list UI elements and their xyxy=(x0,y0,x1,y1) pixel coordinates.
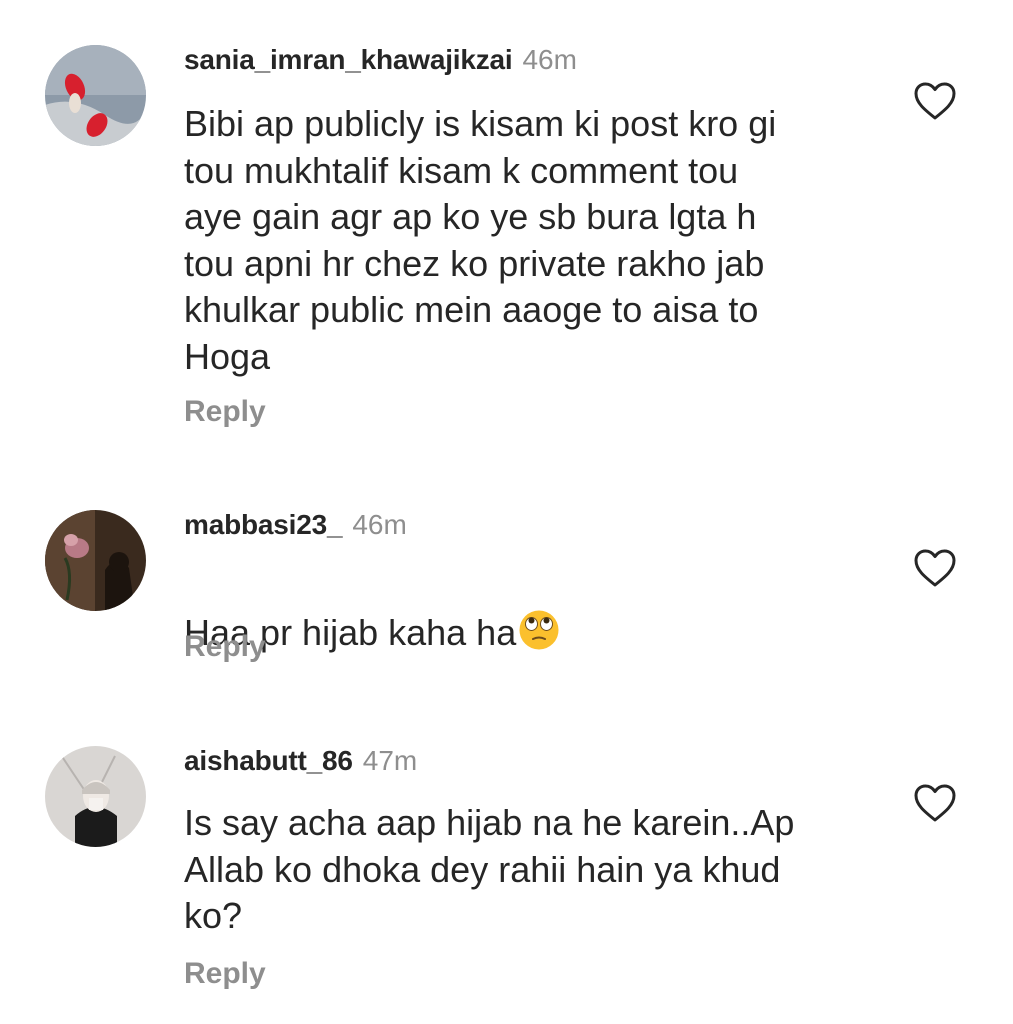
comment-header: aishabutt_86 47m xyxy=(184,743,417,779)
timestamp: 46m xyxy=(352,509,407,540)
like-button[interactable] xyxy=(913,81,957,121)
avatar[interactable] xyxy=(45,746,146,847)
like-button[interactable] xyxy=(913,548,957,588)
avatar[interactable] xyxy=(45,510,146,611)
comment-header: sania_imran_khawajikzai 46m xyxy=(184,42,577,78)
reply-button[interactable]: Reply xyxy=(184,956,266,992)
comment-text: Haa pr hijab kaha ha xyxy=(184,562,884,656)
reply-button[interactable]: Reply xyxy=(184,394,266,430)
comment-header: mabbasi23_ 46m xyxy=(184,507,407,543)
timestamp: 46m xyxy=(522,44,577,75)
timestamp: 47m xyxy=(362,745,418,776)
username[interactable]: mabbasi23_ xyxy=(184,509,343,540)
comment-text: Bibi ap publicly is kisam ki post kro gi… xyxy=(184,103,777,377)
face-with-rolling-eyes-emoji xyxy=(518,609,560,651)
avatar[interactable] xyxy=(45,45,146,146)
username[interactable]: sania_imran_khawajikzai xyxy=(184,44,513,75)
reply-button[interactable]: Reply xyxy=(184,629,266,665)
heart-outline-icon xyxy=(914,784,956,822)
like-button[interactable] xyxy=(913,783,957,823)
heart-outline-icon xyxy=(914,82,956,120)
username[interactable]: aishabutt_86 xyxy=(184,745,353,776)
comment-text: Is say acha aap hijab na he karein..Ap A… xyxy=(184,802,795,936)
heart-outline-icon xyxy=(914,549,956,587)
